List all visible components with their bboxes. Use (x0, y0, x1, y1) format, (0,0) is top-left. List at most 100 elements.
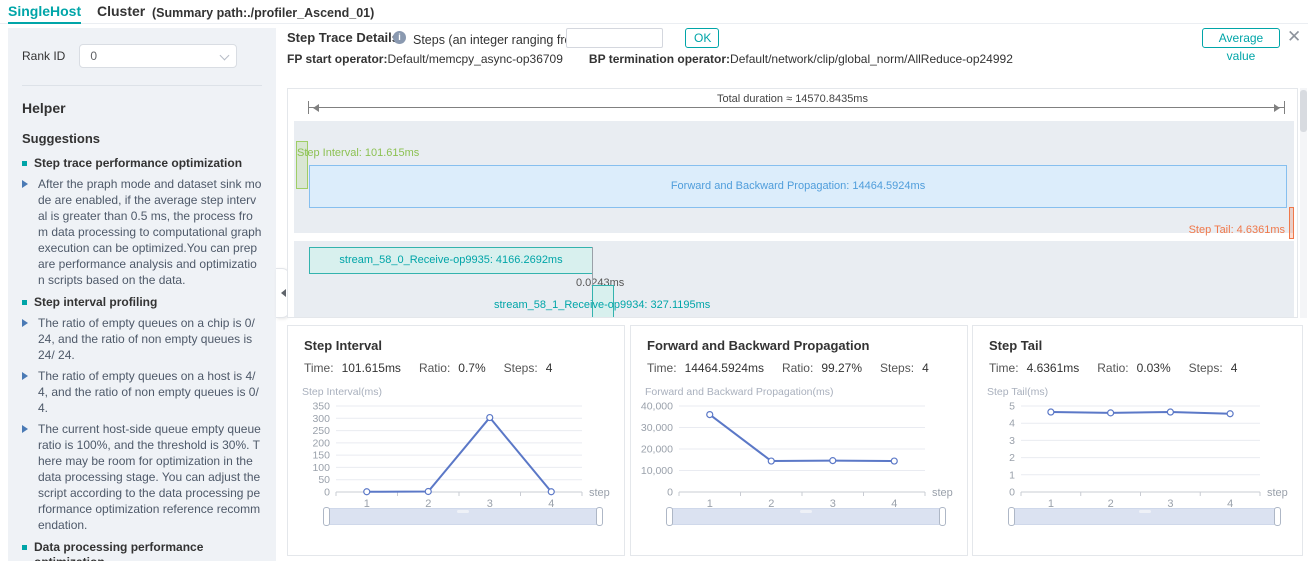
ratio-label: Ratio: (419, 361, 450, 375)
y-axis-title: Step Interval(ms) (302, 386, 382, 398)
time-value: 4.6361ms (1027, 361, 1080, 375)
svg-text:0: 0 (667, 487, 673, 499)
ratio-value: 0.7% (458, 361, 485, 375)
timeline-row-streams: stream_58_0_Receive-op9935: 4166.2692ms … (294, 241, 1294, 318)
chart-stats: Time:14464.5924msRatio:99.27%Steps:4 (647, 361, 947, 375)
chart-stats: Time: 101.615ms Ratio: 0.7% Steps: 4 (304, 361, 570, 375)
average-value-button[interactable]: Average value (1202, 28, 1280, 48)
close-icon[interactable]: ✕ (1287, 27, 1301, 47)
square-bullet-icon (22, 300, 27, 305)
ratio-value: 99.27% (821, 361, 862, 375)
chart-stats: Time:4.6361msRatio:0.03%Steps:4 (989, 361, 1255, 375)
tab-singlehost[interactable]: SingleHost (8, 3, 81, 24)
y-axis-title: Forward and Backward Propagation(ms) (645, 386, 834, 398)
suggestion-section-title: Step interval profiling (22, 295, 262, 310)
chart-title: Forward and Backward Propagation (647, 338, 870, 353)
slider-handle-left[interactable] (666, 507, 673, 526)
forward-backward-bar-label: Forward and Backward Propagation: 14464.… (310, 180, 1286, 192)
svg-text:40,000: 40,000 (641, 401, 673, 413)
fp-start-operator-value: Default/memcpy_async-op36709 (387, 52, 562, 66)
helper-title: Helper (22, 100, 262, 116)
square-bullet-icon (22, 161, 27, 166)
step-tail-bar-label: Step Tail: 4.6361ms (1189, 224, 1285, 236)
svg-text:150: 150 (312, 450, 330, 462)
suggestion-item: After the praph mode and dataset sink mo… (22, 176, 262, 288)
chevron-down-icon (220, 51, 230, 61)
slider-handle-right[interactable] (596, 507, 603, 526)
info-icon[interactable]: i (393, 31, 406, 44)
step-interval-bar-label: Step Interval: 101.615ms (297, 147, 419, 159)
slider-notch (800, 510, 812, 513)
suggestion-item: The ratio of empty queues on a host is 4… (22, 368, 262, 416)
svg-text:step: step (1267, 487, 1288, 499)
datazoom-slider[interactable] (326, 508, 600, 525)
svg-text:200: 200 (312, 437, 330, 449)
forward-backward-bar[interactable]: Forward and Backward Propagation: 14464.… (309, 165, 1287, 208)
svg-text:30,000: 30,000 (641, 422, 673, 434)
slider-handle-left[interactable] (323, 507, 330, 526)
forward-backward-line-chart[interactable]: 010,00020,00030,00040,0001234step (639, 398, 959, 510)
bp-termination-operator-label: BP termination operator: (589, 52, 730, 66)
timeline-scrollbar[interactable] (1300, 88, 1307, 318)
triangle-bullet-icon (22, 319, 32, 327)
square-bullet-icon (22, 545, 27, 550)
y-axis-title: Step Tail(ms) (987, 386, 1048, 398)
summary-path: (Summary path:./profiler_Ascend_01) (152, 6, 374, 20)
steps-input[interactable] (566, 28, 663, 48)
slider-handle-right[interactable] (939, 507, 946, 526)
svg-text:20,000: 20,000 (641, 444, 673, 456)
rank-id-value: 0 (90, 49, 97, 63)
triangle-bullet-icon (22, 180, 32, 188)
time-label: Time: (647, 361, 677, 375)
svg-text:0: 0 (1009, 487, 1015, 499)
stream-receive-bar-1-label: stream_58_1_Receive-op9934: 327.1195ms (494, 299, 710, 311)
step-interval-card: Step Interval Time: 101.615ms Ratio: 0.7% St… (287, 325, 625, 556)
stream-receive-bar-0-label: stream_58_0_Receive-op9935: 4166.2692ms (310, 254, 592, 266)
time-value: 101.615ms (342, 361, 401, 375)
suggestion-item: The ratio of empty queues on a chip is 0… (22, 315, 262, 363)
step-interval-line-chart[interactable]: 0501001502002503003501234step (296, 398, 616, 510)
datazoom-slider[interactable] (669, 508, 943, 525)
suggestion-section-title: Step trace performance optimization (22, 156, 262, 171)
svg-text:step: step (589, 487, 610, 499)
svg-text:50: 50 (318, 474, 330, 486)
step-tail-bar[interactable] (1289, 207, 1294, 239)
tab-cluster[interactable]: Cluster (97, 3, 145, 22)
arrowhead-left-icon (309, 104, 319, 112)
step-trace-timeline[interactable]: Total duration ≈ 14570.8435ms Step Inter… (287, 88, 1298, 318)
suggestions-title: Suggestions (22, 131, 262, 146)
svg-text:step: step (932, 487, 953, 499)
steps-label: Steps: (504, 361, 538, 375)
triangle-bullet-icon (22, 425, 32, 433)
rank-id-select[interactable]: 0 (79, 44, 237, 68)
slider-handle-right[interactable] (1274, 507, 1281, 526)
svg-text:2: 2 (1009, 452, 1015, 464)
chart-title: Step Tail (989, 338, 1042, 353)
steps-value: 4 (1231, 361, 1238, 375)
steps-label: Steps: (880, 361, 914, 375)
operator-info-row: FP start operator:Default/memcpy_async-o… (287, 52, 1013, 66)
divider (22, 85, 262, 86)
ok-button[interactable]: OK (685, 28, 719, 48)
triangle-bullet-icon (22, 372, 32, 380)
slider-handle-left[interactable] (1008, 507, 1015, 526)
top-header: SingleHost Cluster (Summary path:./profi… (0, 0, 1308, 24)
step-trace-details-title: Step Trace Details (287, 30, 399, 45)
ratio-label: Ratio: (1097, 361, 1128, 375)
slider-notch (1139, 510, 1151, 513)
chart-title: Step Interval (304, 338, 382, 353)
steps-label: Steps: (1189, 361, 1223, 375)
timeline-scrollbar-thumb[interactable] (1300, 90, 1307, 132)
steps-value: 4 (546, 361, 553, 375)
svg-text:250: 250 (312, 425, 330, 437)
forward-backward-card: Forward and Backward Propagation Time: 14… (630, 325, 968, 556)
ratio-value: 0.03% (1137, 361, 1171, 375)
datazoom-slider[interactable] (1011, 508, 1278, 525)
arrow-endbar-right (1284, 101, 1285, 114)
total-duration-arrow (309, 107, 1284, 108)
step-tail-line-chart[interactable]: 0123451234step (981, 398, 1294, 510)
stream-receive-bar-0[interactable]: stream_58_0_Receive-op9935: 4166.2692ms (309, 247, 593, 274)
rank-id-row: Rank ID 0 (22, 44, 262, 68)
time-label: Time: (304, 361, 334, 375)
time-value: 14464.5924ms (685, 361, 764, 375)
